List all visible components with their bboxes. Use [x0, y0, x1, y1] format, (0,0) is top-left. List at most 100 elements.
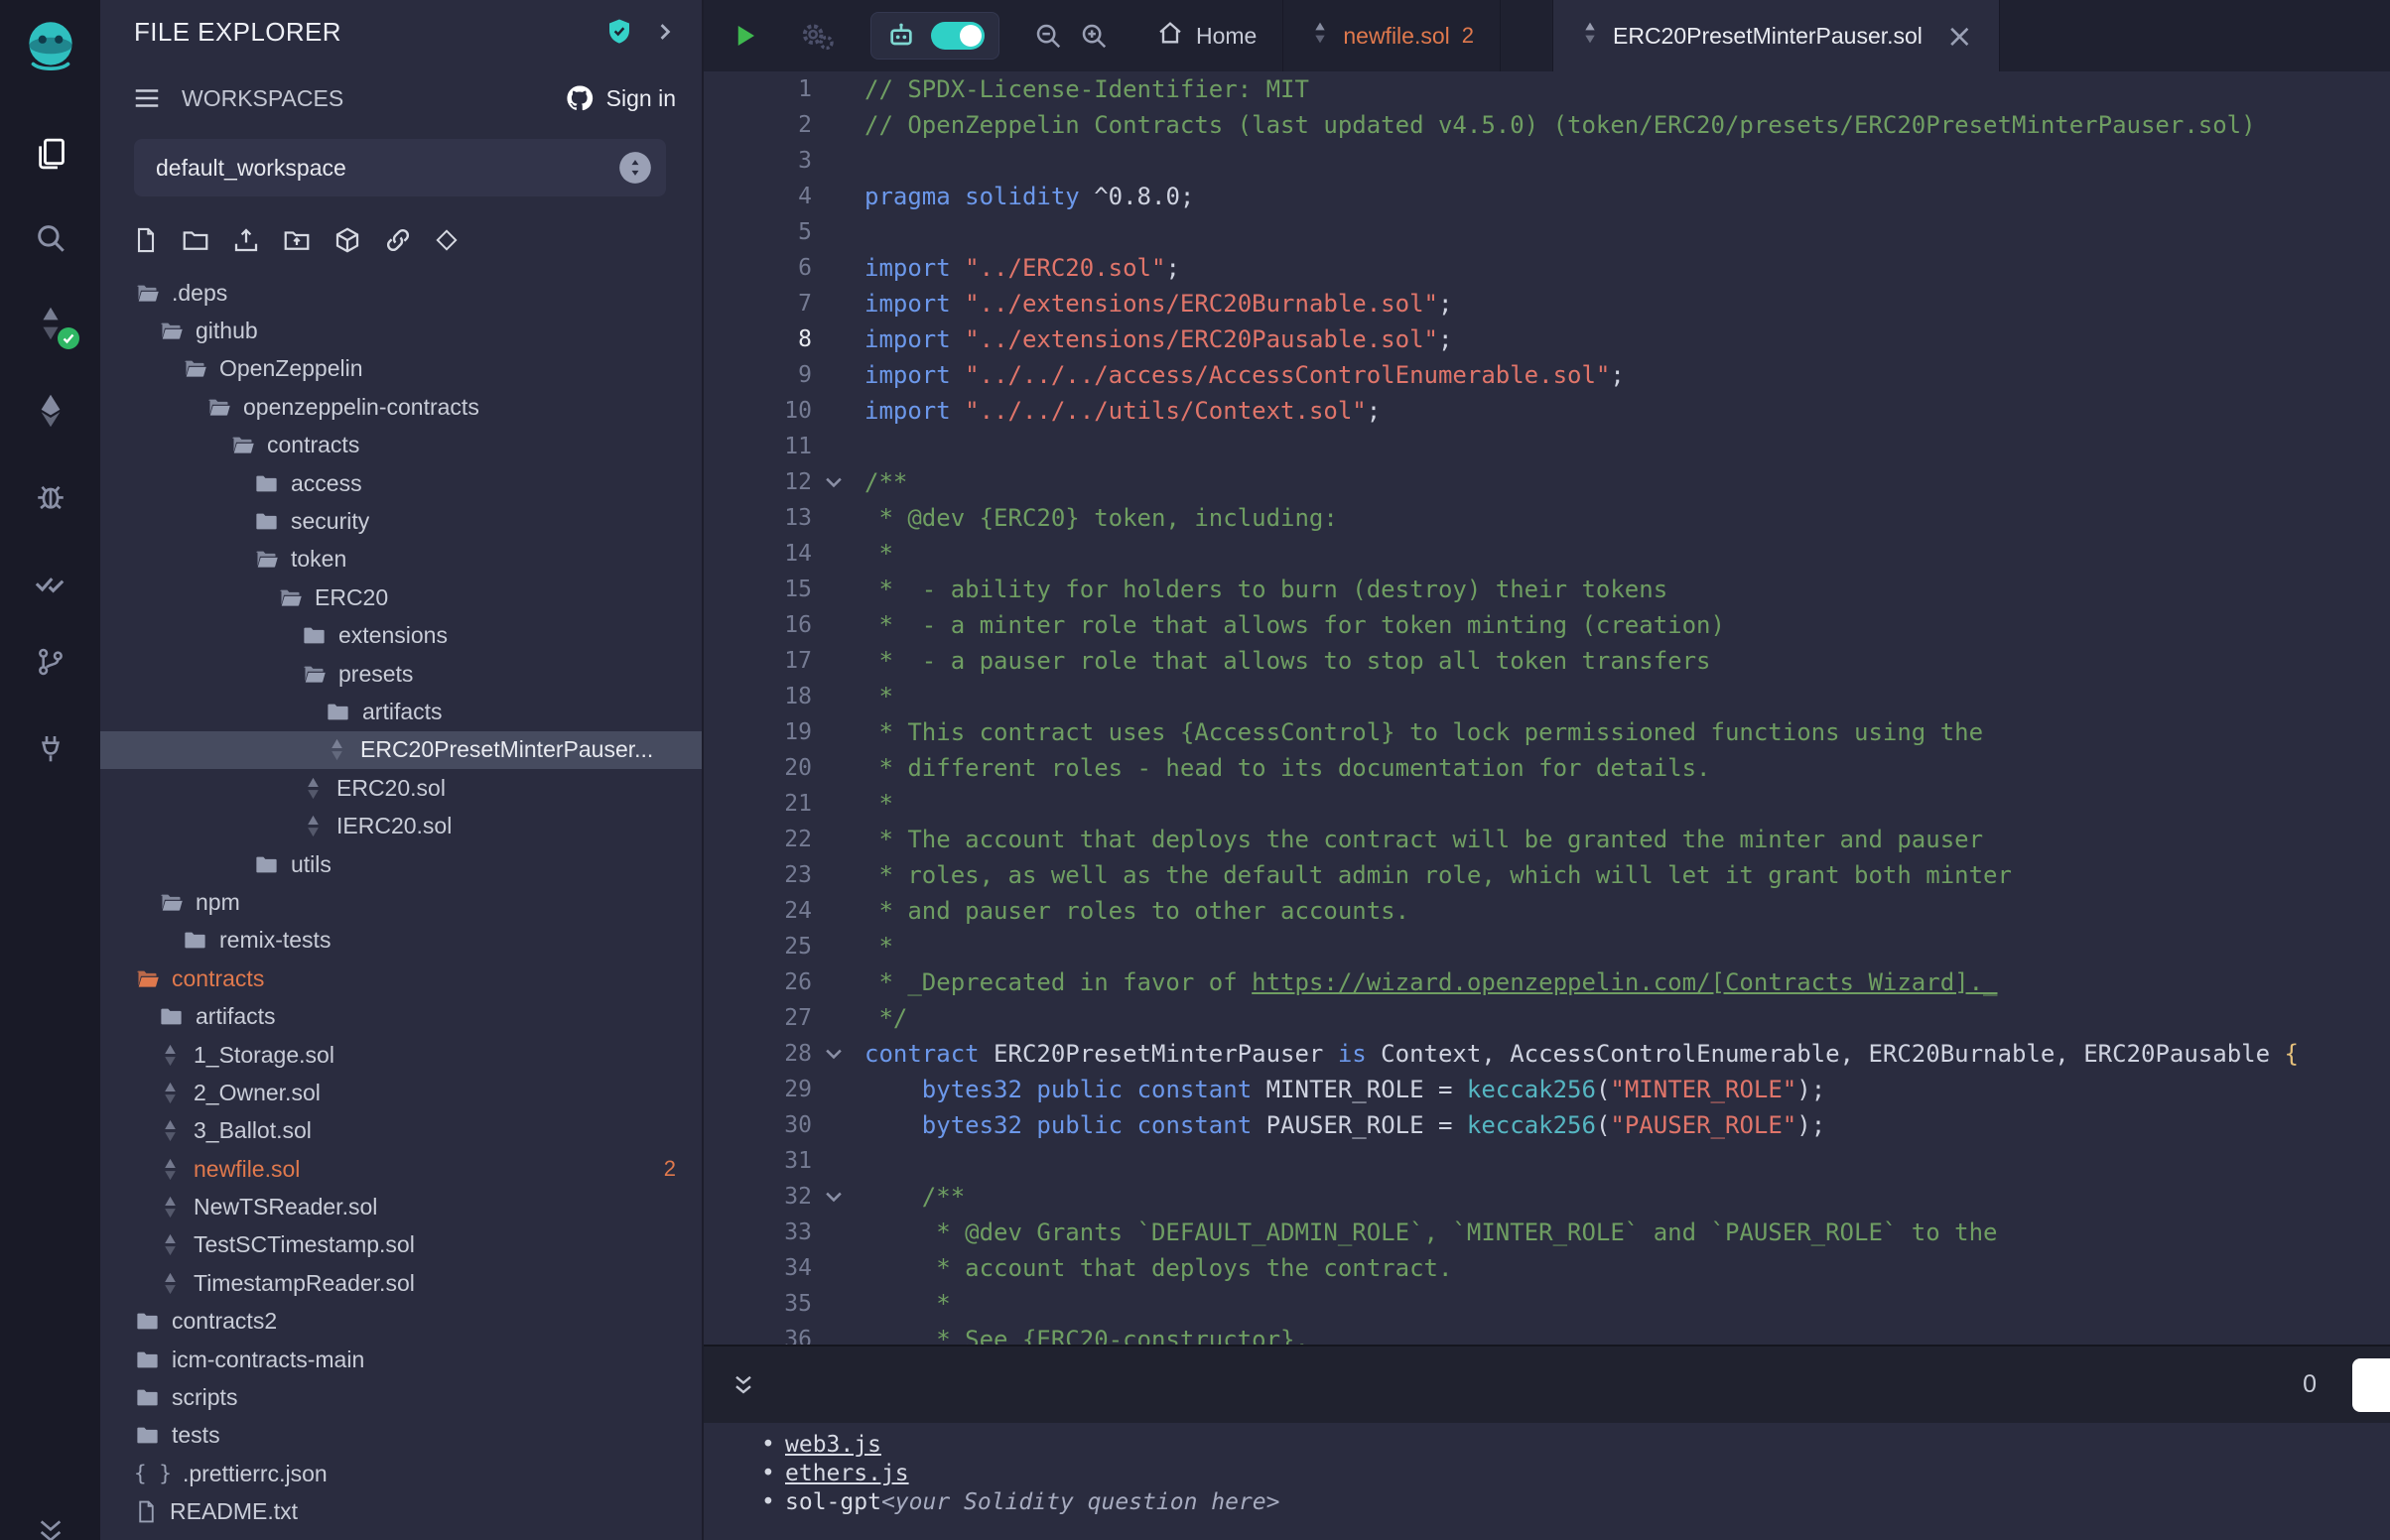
init-git-icon[interactable]	[434, 227, 460, 253]
tree-item-contracts[interactable]: contracts	[100, 960, 702, 997]
code-line-1[interactable]: 1// SPDX-License-Identifier: MIT	[704, 71, 2390, 107]
workspace-selector[interactable]: default_workspace	[134, 139, 666, 196]
code-line-31[interactable]: 31	[704, 1143, 2390, 1179]
copilot-toggle[interactable]	[931, 22, 985, 50]
fold-toggle-icon[interactable]	[812, 1179, 856, 1215]
code-line-4[interactable]: 4pragma solidity ^0.8.0;	[704, 179, 2390, 214]
code-line-14[interactable]: 14 *	[704, 536, 2390, 572]
code-line-11[interactable]: 11	[704, 429, 2390, 464]
code-editor[interactable]: 1// SPDX-License-Identifier: MIT2// Open…	[704, 71, 2390, 1345]
code-line-29[interactable]: 29 bytes32 public constant MINTER_ROLE =…	[704, 1072, 2390, 1107]
zoom-in-icon[interactable]	[1079, 21, 1109, 51]
terminal-link[interactable]: ethers.js	[785, 1460, 909, 1488]
code-line-18[interactable]: 18 *	[704, 679, 2390, 714]
code-line-3[interactable]: 3	[704, 143, 2390, 179]
code-line-32[interactable]: 32 /**	[704, 1179, 2390, 1215]
tree-item-ierc20-sol[interactable]: IERC20.sol	[100, 807, 702, 844]
terminal-link[interactable]: web3.js	[785, 1431, 881, 1460]
tree-item-artifacts[interactable]: artifacts	[100, 693, 702, 730]
tree-item-scripts[interactable]: scripts	[100, 1378, 702, 1416]
run-script-button[interactable]	[730, 21, 759, 51]
tree-item-newfile-sol[interactable]: newfile.sol2	[100, 1150, 702, 1188]
upload-folder-icon[interactable]	[282, 225, 312, 255]
tree-item-prettierrc-json[interactable]: { }.prettierrc.json	[100, 1455, 702, 1492]
tree-item-erc20[interactable]: ERC20	[100, 578, 702, 616]
file-explorer-icon[interactable]	[0, 136, 100, 172]
tree-item-artifacts[interactable]: artifacts	[100, 997, 702, 1035]
plugin-manager-icon[interactable]	[0, 731, 100, 765]
tree-item-openzeppelin[interactable]: OpenZeppelin	[100, 350, 702, 388]
new-file-icon[interactable]	[132, 225, 160, 255]
tree-item-contracts[interactable]: contracts	[100, 427, 702, 464]
tree-item-contracts2[interactable]: contracts2	[100, 1303, 702, 1341]
expand-terminal-icon[interactable]	[730, 1371, 757, 1399]
code-line-16[interactable]: 16 * - a minter role that allows for tok…	[704, 607, 2390, 643]
code-line-8[interactable]: 8import "../extensions/ERC20Pausable.sol…	[704, 321, 2390, 357]
tree-item-token[interactable]: token	[100, 541, 702, 578]
code-line-25[interactable]: 25 *	[704, 929, 2390, 964]
tree-item-remix-tests[interactable]: remix-tests	[100, 922, 702, 960]
git-icon[interactable]	[0, 645, 100, 679]
tree-item-npm[interactable]: npm	[100, 883, 702, 921]
tree-item-security[interactable]: security	[100, 502, 702, 540]
tree-item-3-ballot-sol[interactable]: 3_Ballot.sol	[100, 1112, 702, 1150]
chevron-right-icon[interactable]	[654, 20, 676, 44]
code-line-15[interactable]: 15 * - ability for holders to burn (dest…	[704, 572, 2390, 607]
code-line-12[interactable]: 12/**	[704, 464, 2390, 500]
code-line-30[interactable]: 30 bytes32 public constant PAUSER_ROLE =…	[704, 1107, 2390, 1143]
code-line-23[interactable]: 23 * roles, as well as the default admin…	[704, 857, 2390, 893]
code-line-5[interactable]: 5	[704, 214, 2390, 250]
code-line-22[interactable]: 22 * The account that deploys the contra…	[704, 822, 2390, 857]
tree-item-icm-contracts-main[interactable]: icm-contracts-main	[100, 1341, 702, 1378]
tree-item-github[interactable]: github	[100, 312, 702, 349]
terminal-search-box[interactable]	[2352, 1358, 2390, 1412]
code-line-26[interactable]: 26 * _Deprecated in favor of https://wiz…	[704, 964, 2390, 1000]
tree-item-utils[interactable]: utils	[100, 845, 702, 883]
code-line-21[interactable]: 21 *	[704, 786, 2390, 822]
tab-home[interactable]: Home	[1130, 0, 1282, 71]
workspace-actions-button[interactable]	[616, 149, 654, 187]
unit-testing-icon[interactable]	[0, 567, 100, 598]
sign-in-button[interactable]: Sign in	[606, 85, 676, 112]
upload-file-icon[interactable]	[231, 225, 261, 255]
tree-item-1-storage-sol[interactable]: 1_Storage.sol	[100, 1036, 702, 1074]
hamburger-menu-icon[interactable]	[132, 83, 162, 113]
tree-item-erc20-sol[interactable]: ERC20.sol	[100, 769, 702, 807]
solidity-compiler-icon[interactable]	[0, 306, 100, 341]
tree-item-erc20presetminterpauser[interactable]: ERC20PresetMinterPauser...	[100, 731, 702, 769]
code-line-24[interactable]: 24 * and pauser roles to other accounts.	[704, 893, 2390, 929]
tree-item-extensions[interactable]: extensions	[100, 617, 702, 655]
tree-item-testsctimestamp-sol[interactable]: TestSCTimestamp.sol	[100, 1226, 702, 1264]
tree-item-tests[interactable]: tests	[100, 1417, 702, 1455]
tree-item-openzeppelin-contracts[interactable]: openzeppelin-contracts	[100, 388, 702, 426]
tree-item-presets[interactable]: presets	[100, 655, 702, 693]
connect-localhost-icon[interactable]	[383, 225, 413, 255]
code-line-34[interactable]: 34 * account that deploys the contract.	[704, 1250, 2390, 1286]
code-line-28[interactable]: 28contract ERC20PresetMinterPauser is Co…	[704, 1036, 2390, 1072]
remix-logo[interactable]	[0, 14, 100, 79]
code-line-20[interactable]: 20 * different roles - head to its docum…	[704, 750, 2390, 786]
fold-toggle-icon[interactable]	[812, 1036, 856, 1072]
code-line-9[interactable]: 9import "../../../access/AccessControlEn…	[704, 357, 2390, 393]
collapse-sidebar-icon[interactable]	[0, 1516, 100, 1540]
debugger-icon[interactable]	[0, 479, 100, 513]
tree-item-newtsreader-sol[interactable]: NewTSReader.sol	[100, 1188, 702, 1225]
search-icon[interactable]	[0, 221, 100, 255]
tree-item-2-owner-sol[interactable]: 2_Owner.sol	[100, 1074, 702, 1111]
new-folder-icon[interactable]	[181, 225, 210, 255]
code-line-17[interactable]: 17 * - a pauser role that allows to stop…	[704, 643, 2390, 679]
code-line-36[interactable]: 36 * See {ERC20-constructor}.	[704, 1322, 2390, 1345]
code-line-2[interactable]: 2// OpenZeppelin Contracts (last updated…	[704, 107, 2390, 143]
fold-toggle-icon[interactable]	[812, 464, 856, 500]
tree-item-timestampreader-sol[interactable]: TimestampReader.sol	[100, 1264, 702, 1302]
code-line-27[interactable]: 27 */	[704, 1000, 2390, 1036]
close-tab-icon[interactable]: ×	[1946, 20, 1973, 52]
tree-item-access[interactable]: access	[100, 464, 702, 502]
shield-icon[interactable]	[604, 16, 634, 48]
code-line-13[interactable]: 13 * @dev {ERC20} token, including:	[704, 500, 2390, 536]
code-line-7[interactable]: 7import "../extensions/ERC20Burnable.sol…	[704, 286, 2390, 321]
code-line-35[interactable]: 35 *	[704, 1286, 2390, 1322]
tree-item-deps[interactable]: .deps	[100, 274, 702, 312]
code-line-19[interactable]: 19 * This contract uses {AccessControl} …	[704, 714, 2390, 750]
deploy-run-icon[interactable]	[0, 393, 100, 429]
